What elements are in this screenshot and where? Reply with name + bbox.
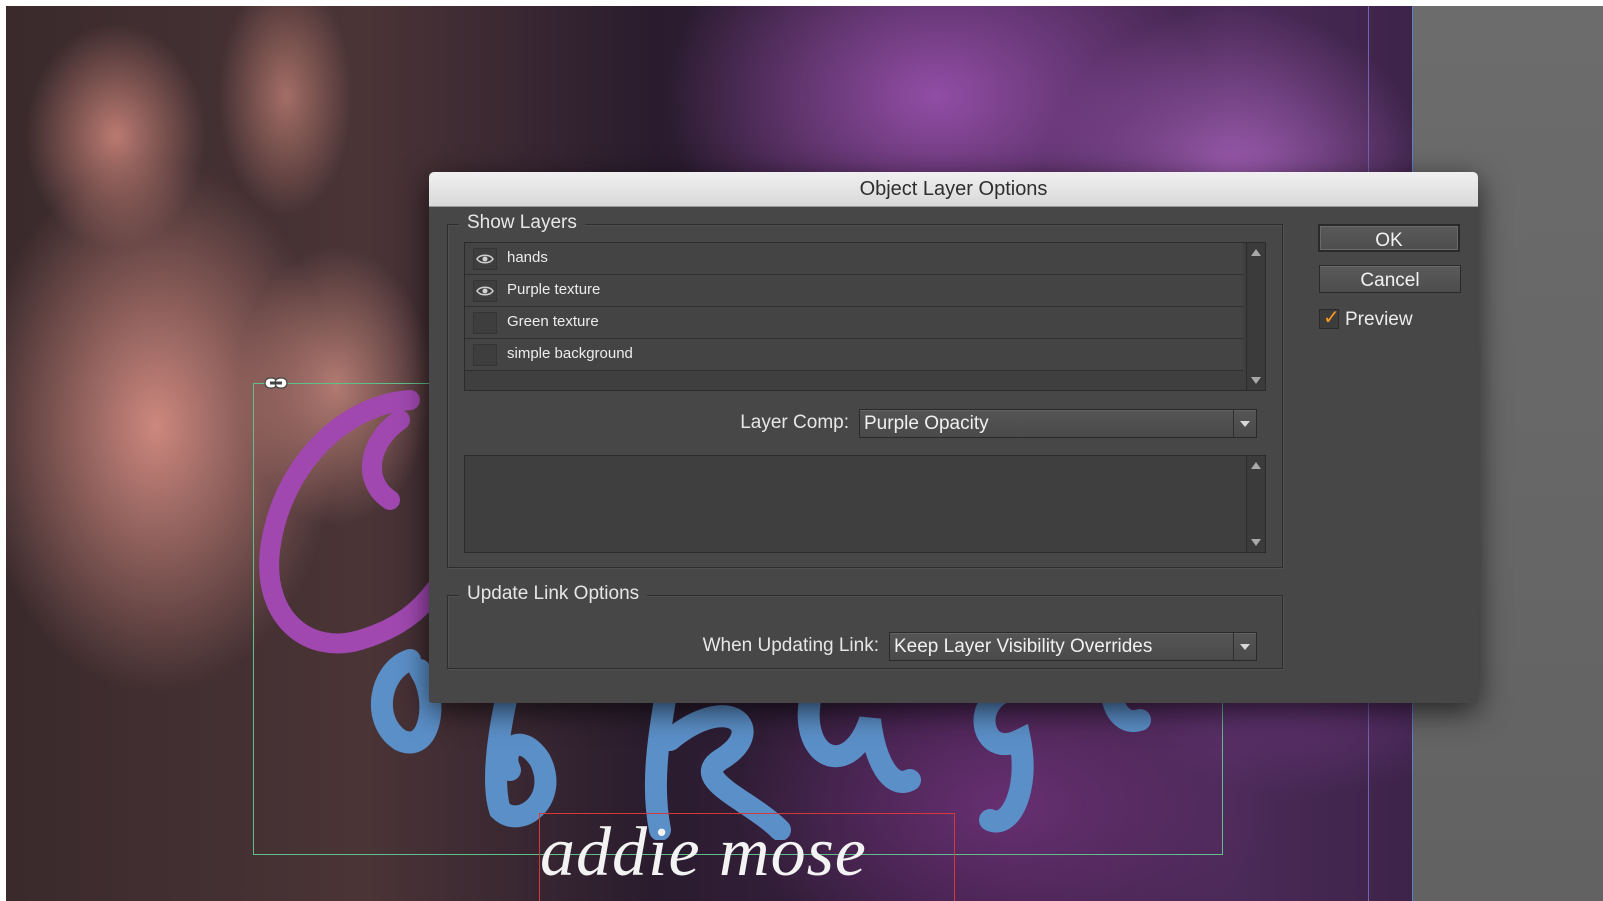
- artwork-name-text: addie mose: [540, 814, 867, 891]
- when-updating-link-label: When Updating Link:: [702, 635, 879, 656]
- chevron-down-icon[interactable]: [1233, 410, 1256, 437]
- preview-label[interactable]: Preview: [1345, 309, 1413, 331]
- when-updating-link-value: Keep Layer Visibility Overrides: [894, 636, 1153, 657]
- scroll-down-arrow-icon[interactable]: [1251, 539, 1261, 546]
- visibility-toggle[interactable]: [473, 344, 497, 366]
- dialog-title[interactable]: Object Layer Options: [429, 172, 1478, 207]
- eye-icon: [476, 286, 494, 296]
- description-scrollbar[interactable]: [1246, 456, 1265, 552]
- layers-list[interactable]: hands Purple texture Green texture simpl…: [464, 242, 1266, 391]
- scroll-up-arrow-icon[interactable]: [1251, 462, 1261, 469]
- layer-name: simple background: [507, 345, 633, 362]
- visibility-toggle[interactable]: [473, 248, 497, 270]
- layer-comp-dropdown[interactable]: Purple Opacity: [859, 409, 1257, 438]
- eye-icon: [476, 254, 494, 264]
- layer-comp-value: Purple Opacity: [864, 413, 989, 434]
- link-icon[interactable]: [264, 376, 288, 390]
- object-layer-options-dialog: Object Layer Options Show Layers hands P…: [429, 172, 1478, 703]
- layer-name: Purple texture: [507, 281, 601, 298]
- layer-row-hands[interactable]: hands: [465, 243, 1243, 275]
- visibility-toggle[interactable]: [473, 280, 497, 302]
- layers-scrollbar[interactable]: [1246, 243, 1265, 390]
- ok-button[interactable]: OK: [1318, 224, 1460, 252]
- layer-name: Green texture: [507, 313, 599, 330]
- layer-comp-label: Layer Comp:: [740, 412, 849, 433]
- layer-row-simple-background[interactable]: simple background: [465, 339, 1243, 371]
- checkmark-icon: ✓: [1323, 305, 1340, 329]
- scroll-up-arrow-icon[interactable]: [1251, 249, 1261, 256]
- when-updating-link-dropdown[interactable]: Keep Layer Visibility Overrides: [889, 632, 1257, 661]
- scroll-down-arrow-icon[interactable]: [1251, 377, 1261, 384]
- layer-row-purple-texture[interactable]: Purple texture: [465, 275, 1243, 307]
- layer-comp-description: [464, 455, 1266, 553]
- cancel-button[interactable]: Cancel: [1319, 265, 1461, 293]
- update-link-options-legend: Update Link Options: [459, 583, 648, 605]
- visibility-toggle[interactable]: [473, 312, 497, 334]
- layer-row-green-texture[interactable]: Green texture: [465, 307, 1243, 339]
- chevron-down-icon[interactable]: [1233, 633, 1256, 660]
- show-layers-legend: Show Layers: [459, 212, 585, 234]
- layer-name: hands: [507, 249, 548, 266]
- preview-checkbox[interactable]: ✓: [1319, 305, 1340, 329]
